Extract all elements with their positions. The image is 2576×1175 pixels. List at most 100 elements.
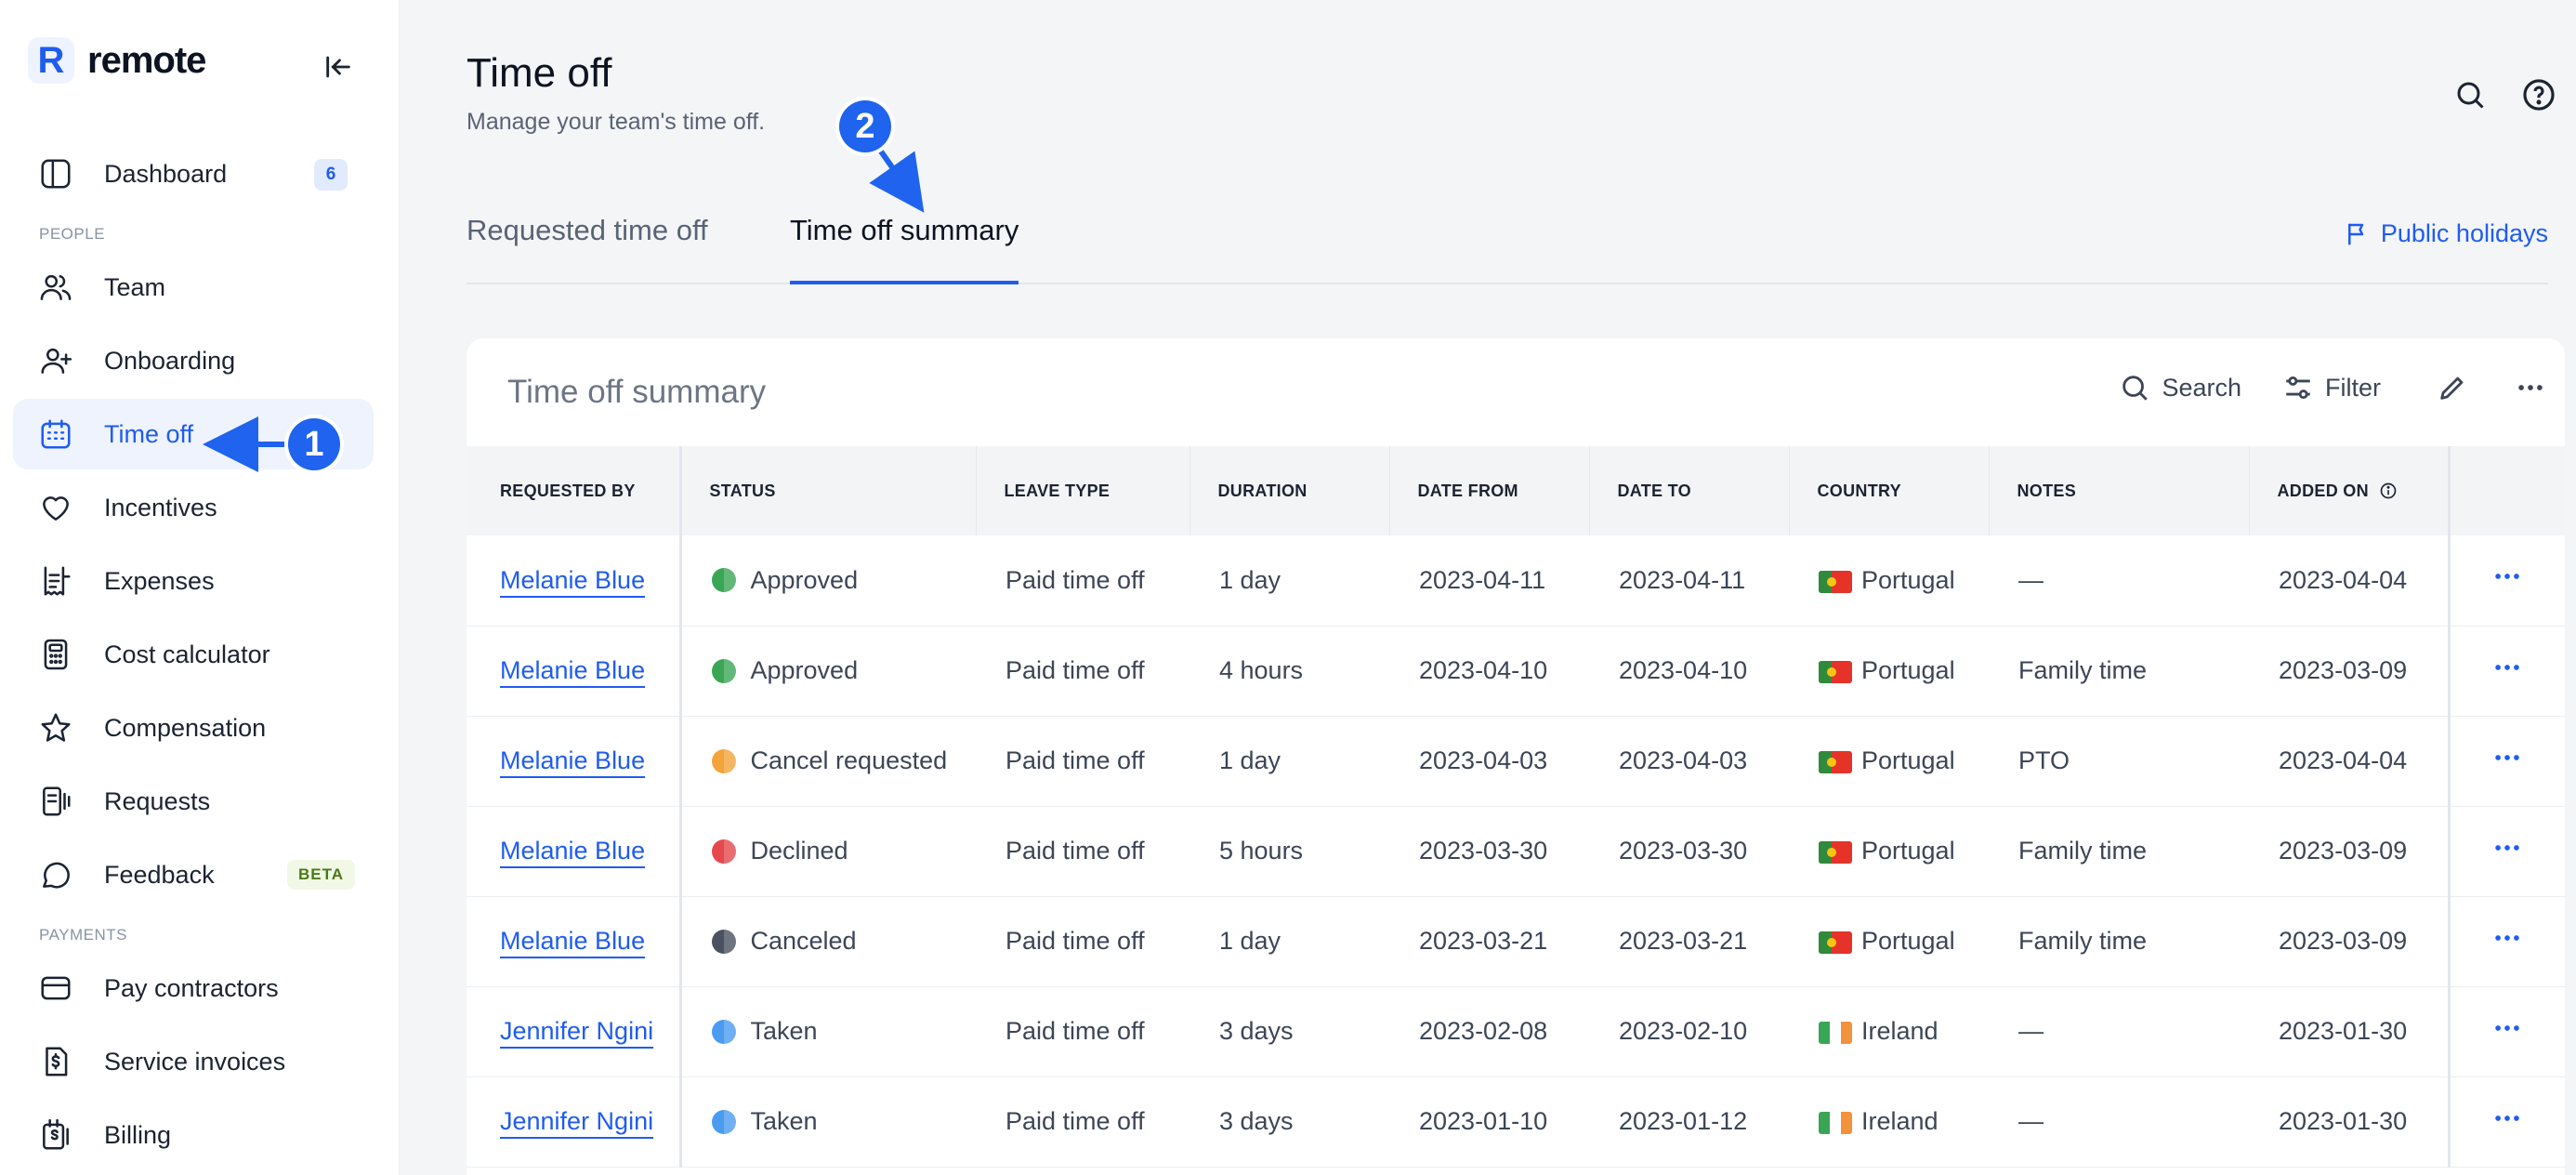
cell-notes: Family time (1989, 896, 2249, 987)
employee-link[interactable]: Melanie Blue (500, 656, 645, 684)
row-actions-button[interactable] (2491, 837, 2523, 870)
sidebar-item-label: Billing (104, 1120, 172, 1149)
annotation-marker-1: 1 (288, 418, 340, 470)
cell-notes: — (1989, 986, 2249, 1077)
column-header-label: DATE FROM (1417, 481, 1518, 500)
status-indicator-icon (711, 748, 736, 773)
tabs-bar: Requested time off Time off summary Publ… (467, 206, 2548, 284)
cell-status: Taken (680, 1076, 976, 1168)
table-row[interactable]: Jennifer Ngini Taken Paid time off 3 days 20… (467, 986, 2565, 1077)
row-actions-button[interactable] (2491, 565, 2523, 599)
cell-actions (2447, 626, 2565, 717)
sidebar-item-dashboard[interactable]: Dashboard 6 (13, 139, 374, 209)
calculator-icon (44, 639, 68, 670)
status-label: Canceled (750, 927, 857, 955)
cell-duration: 3 days (1189, 986, 1389, 1077)
employee-link[interactable]: Jennifer Ngini (500, 1017, 653, 1045)
table-row[interactable]: Melanie Blue Approved Paid time off 4 hours… (467, 626, 2565, 717)
global-search-button[interactable] (2450, 74, 2491, 115)
cell-duration: 1 day (1189, 535, 1389, 627)
cell-added-on: 2023-04-04 (2249, 535, 2449, 627)
sidebar-item-compensation[interactable]: Compensation (13, 693, 374, 763)
more-horizontal-icon (2495, 664, 2519, 670)
heart-icon (43, 496, 69, 521)
sidebar-item-team[interactable]: Team (13, 252, 374, 323)
cell-added-on: 2023-03-09 (2249, 806, 2449, 897)
column-header-requested-by[interactable]: REQUESTED BY (467, 446, 682, 535)
more-options-button[interactable] (2515, 372, 2546, 403)
column-header-date-from[interactable]: DATE FROM (1389, 446, 1590, 535)
public-holidays-link[interactable]: Public holidays (2344, 219, 2548, 248)
card-icon (41, 976, 71, 1000)
filter-button[interactable]: Filter (2282, 372, 2381, 403)
sidebar-item-label: Team (104, 272, 166, 301)
time-off-table: REQUESTED BY STATUS LEAVE TYPE DURATION DATE… (467, 446, 2565, 1168)
status-label: Declined (750, 837, 848, 865)
table-row[interactable]: Melanie Blue Declined Paid time off 5 hours… (467, 806, 2565, 897)
cell-notes: PTO (1989, 716, 2249, 807)
ireland-flag-icon (1819, 1111, 1852, 1134)
employee-link[interactable]: Melanie Blue (500, 927, 645, 955)
tab-time-off-summary[interactable]: Time off summary (790, 214, 1019, 284)
time-off-summary-card: Time off summary Search Filter REQUESTED… (467, 338, 2565, 1175)
sidebar-item-onboarding[interactable]: Onboarding (13, 325, 374, 396)
table-row[interactable]: Melanie Blue Cancel requested Paid time of… (467, 716, 2565, 807)
column-header-notes[interactable]: NOTES (1989, 446, 2250, 535)
sidebar-item-expenses[interactable]: Expenses (13, 546, 374, 616)
ireland-flag-icon (1819, 1021, 1852, 1044)
sidebar-item-incentives[interactable]: Incentives (13, 472, 374, 543)
cell-date-from: 2023-04-03 (1389, 716, 1589, 807)
row-actions-button[interactable] (2491, 1107, 2523, 1141)
employee-link[interactable]: Jennifer Ngini (500, 1107, 653, 1135)
cell-date-from: 2023-02-08 (1389, 986, 1589, 1077)
calculator-icon-wrap (37, 636, 74, 673)
employee-link[interactable]: Melanie Blue (500, 566, 645, 594)
sidebar-item-billing[interactable]: Billing (13, 1100, 374, 1170)
cell-country: Portugal (1789, 806, 1989, 897)
table-row[interactable]: Jennifer Ngini Taken Paid time off 3 days 20… (467, 1076, 2565, 1168)
row-actions-button[interactable] (2491, 746, 2523, 780)
tab-requested-time-off[interactable]: Requested time off (467, 214, 708, 284)
brand-name: remote (87, 39, 206, 81)
row-actions-button[interactable] (2491, 927, 2523, 960)
employee-link[interactable]: Melanie Blue (500, 837, 645, 865)
column-header-date-to[interactable]: DATE TO (1589, 446, 1790, 535)
status-indicator-icon (711, 929, 736, 954)
search-icon (2123, 376, 2149, 401)
info-icon[interactable] (2379, 482, 2398, 500)
help-icon (2523, 79, 2555, 111)
cell-duration: 1 day (1189, 896, 1389, 987)
edit-columns-button[interactable] (2437, 372, 2468, 403)
table-header-row: REQUESTED BY STATUS LEAVE TYPE DURATION DATE… (467, 446, 2565, 535)
cell-added-on: 2023-03-09 (2249, 896, 2449, 987)
column-header-country[interactable]: COUNTRY (1789, 446, 1990, 535)
sidebar-item-feedback[interactable]: Feedback BETA (13, 839, 374, 910)
table-row[interactable]: Melanie Blue Approved Paid time off 1 day 20… (467, 535, 2565, 627)
row-actions-button[interactable] (2491, 1017, 2523, 1050)
brand-logo[interactable]: R remote (28, 37, 206, 84)
cell-requested-by: Melanie Blue (467, 535, 682, 627)
invoice-icon-wrap (37, 1043, 74, 1080)
employee-link[interactable]: Melanie Blue (500, 746, 645, 774)
sidebar-item-requests[interactable]: Requests (13, 766, 374, 837)
country-label: Portugal (1861, 837, 1955, 865)
cell-status: Canceled (680, 896, 976, 987)
column-header-added-on[interactable]: ADDED ON (2249, 446, 2450, 535)
search-button[interactable]: Search (2119, 372, 2241, 403)
row-actions-button[interactable] (2491, 656, 2523, 690)
collapse-sidebar-button[interactable] (320, 48, 357, 86)
cell-date-from: 2023-04-10 (1389, 626, 1589, 717)
column-header-status[interactable]: STATUS (680, 446, 977, 535)
table-row[interactable]: Melanie Blue Canceled Paid time off 1 day 20… (467, 896, 2565, 987)
sidebar-item-service-invoices[interactable]: Service invoices (13, 1026, 374, 1097)
cell-requested-by: Melanie Blue (467, 626, 682, 717)
sidebar-item-pay-contractors[interactable]: Pay contractors (13, 953, 374, 1023)
column-header-leave-type[interactable]: LEAVE TYPE (976, 446, 1190, 535)
chat-icon-wrap (37, 856, 74, 893)
more-horizontal-icon (2518, 385, 2543, 390)
portugal-flag-icon (1819, 660, 1852, 683)
cell-requested-by: Jennifer Ngini (467, 986, 682, 1077)
sidebar-item-cost-calculator[interactable]: Cost calculator (13, 619, 374, 690)
column-header-duration[interactable]: DURATION (1189, 446, 1390, 535)
help-button[interactable] (2518, 74, 2559, 115)
